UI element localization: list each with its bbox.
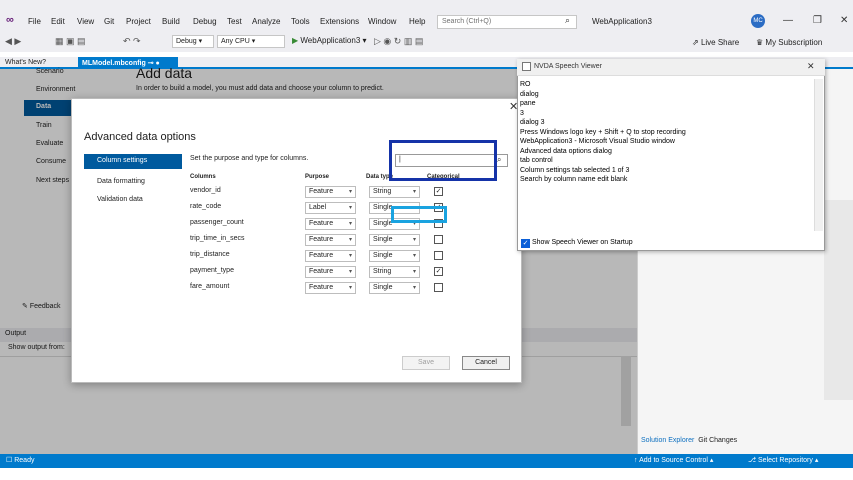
chevron-down-icon: ▾: [348, 189, 352, 195]
chevron-down-icon: ▾: [348, 253, 352, 259]
menu-analyze[interactable]: Analyze: [252, 17, 280, 26]
config-select[interactable]: Debug ▾: [172, 35, 214, 48]
column-name: payment_type: [190, 267, 234, 274]
chevron-down-icon: ▾: [348, 221, 352, 227]
new-project-icon[interactable]: ▦ ▣ ▤: [55, 36, 86, 47]
column-name: vendor_id: [190, 187, 221, 194]
tab-solution-explorer[interactable]: Solution Explorer: [641, 437, 694, 444]
chevron-down-icon: ▾: [412, 189, 416, 195]
menu-extensions[interactable]: Extensions: [320, 17, 359, 26]
purpose-select[interactable]: Feature ▾: [305, 250, 356, 262]
tab-git-changes[interactable]: Git Changes: [698, 437, 737, 444]
purpose-select[interactable]: Feature ▾: [305, 266, 356, 278]
cancel-button[interactable]: Cancel: [462, 356, 510, 370]
visual-studio-logo-icon: ∞: [6, 14, 14, 26]
column-name: fare_amount: [190, 283, 230, 290]
focus-highlight: [389, 140, 497, 181]
status-ready: ☐ Ready: [6, 457, 35, 464]
categorical-checkbox[interactable]: ✓: [434, 187, 443, 196]
chevron-down-icon: ▾: [348, 269, 352, 275]
play-icon: ▶: [292, 36, 299, 45]
chevron-down-icon: ▾: [348, 205, 352, 211]
categorical-checkbox[interactable]: [434, 235, 443, 244]
debug-tools-icon[interactable]: ▷ ◉ ↻ ▥ ▤: [374, 36, 423, 47]
tab-whats-new[interactable]: What's New?: [5, 59, 46, 66]
menu-debug[interactable]: Debug: [193, 17, 217, 26]
chevron-down-icon: ▾: [412, 237, 416, 243]
type-select[interactable]: String ▾: [369, 186, 420, 198]
chevron-down-icon: ▾: [412, 285, 416, 291]
categorical-checkbox[interactable]: [434, 283, 443, 292]
solution-tabs: Solution Explorer Git Changes: [641, 437, 737, 444]
search-icon[interactable]: ⌕: [497, 155, 501, 165]
purpose-select[interactable]: Label ▾: [305, 202, 356, 214]
select-repository[interactable]: ⎇ Select Repository ▴: [748, 456, 818, 464]
column-name: passenger_count: [190, 219, 244, 226]
maximize-icon[interactable]: ❐: [813, 15, 822, 26]
type-select[interactable]: Single ▾: [369, 250, 420, 262]
nvda-app-icon: [522, 62, 531, 71]
tab-validation-data[interactable]: Validation data: [97, 196, 143, 203]
purpose-select[interactable]: Feature ▾: [305, 234, 356, 246]
chevron-down-icon: ▾: [348, 237, 352, 243]
search-icon[interactable]: ⌕: [565, 15, 570, 26]
chevron-down-icon: ▾: [412, 269, 416, 275]
title-bar: [0, 0, 853, 32]
status-bar: [0, 454, 853, 468]
platform-select[interactable]: Any CPU ▾: [217, 35, 285, 48]
focus-highlight: [391, 206, 447, 223]
back-icon[interactable]: ◀ ▶: [5, 36, 21, 47]
purpose-select[interactable]: Feature ▾: [305, 186, 356, 198]
purpose-select[interactable]: Feature ▾: [305, 282, 356, 294]
purpose-select[interactable]: Feature ▾: [305, 218, 356, 230]
subscription-button[interactable]: ♛ My Subscription: [756, 38, 822, 47]
type-select[interactable]: Single ▾: [369, 282, 420, 294]
column-name: trip_time_in_secs: [190, 235, 245, 242]
dialog-description: Set the purpose and type for columns.: [190, 155, 309, 162]
categorical-checkbox[interactable]: [434, 251, 443, 260]
chevron-down-icon: ▾: [348, 285, 352, 291]
live-share-button[interactable]: ⇗ Live Share: [692, 38, 739, 47]
menu-window[interactable]: Window: [368, 17, 396, 26]
scrollbar[interactable]: [824, 200, 853, 400]
solution-name: WebApplication3: [592, 17, 652, 26]
header-purpose: Purpose: [305, 174, 330, 180]
startup-checkbox[interactable]: ✓: [521, 239, 530, 248]
column-name: trip_distance: [190, 251, 230, 258]
close-icon[interactable]: ✕: [840, 15, 848, 26]
run-button[interactable]: ▶ WebApplication3 ▾: [292, 36, 367, 45]
menu-git[interactable]: Git: [104, 17, 114, 26]
speech-log: RO dialog pane 3 dialog 3 Press Windows …: [520, 81, 686, 183]
tab-column-settings[interactable]: Column settings: [84, 154, 182, 169]
header-columns: Columns: [190, 174, 216, 180]
global-search-input[interactable]: Search (Ctrl+Q): [437, 15, 577, 29]
chevron-down-icon: ▾: [412, 253, 416, 259]
type-select[interactable]: Single ▾: [369, 234, 420, 246]
menu-view[interactable]: View: [77, 17, 94, 26]
save-button[interactable]: Save: [402, 356, 450, 370]
menu-test[interactable]: Test: [227, 17, 242, 26]
column-name: rate_code: [190, 203, 222, 210]
type-select[interactable]: String ▾: [369, 266, 420, 278]
categorical-checkbox[interactable]: ✓: [434, 267, 443, 276]
add-to-source-control[interactable]: ↑ Add to Source Control ▴: [634, 456, 713, 464]
undo-icon[interactable]: ↶ ↷: [123, 36, 141, 47]
avatar[interactable]: MC: [751, 14, 765, 28]
menu-file[interactable]: File: [28, 17, 41, 26]
menu-build[interactable]: Build: [162, 17, 180, 26]
menu-project[interactable]: Project: [126, 17, 151, 26]
minimize-icon[interactable]: —: [783, 15, 793, 26]
menu-tools[interactable]: Tools: [291, 17, 310, 26]
close-icon[interactable]: ✕: [807, 61, 815, 72]
nvda-title: NVDA Speech Viewer: [534, 63, 602, 70]
dialog-title: Advanced data options: [84, 131, 196, 143]
menu-help[interactable]: Help: [409, 17, 425, 26]
startup-label: Show Speech Viewer on Startup: [532, 239, 633, 246]
tab-data-formatting[interactable]: Data formatting: [97, 178, 145, 185]
menu-edit[interactable]: Edit: [51, 17, 65, 26]
scrollbar[interactable]: [814, 79, 823, 231]
